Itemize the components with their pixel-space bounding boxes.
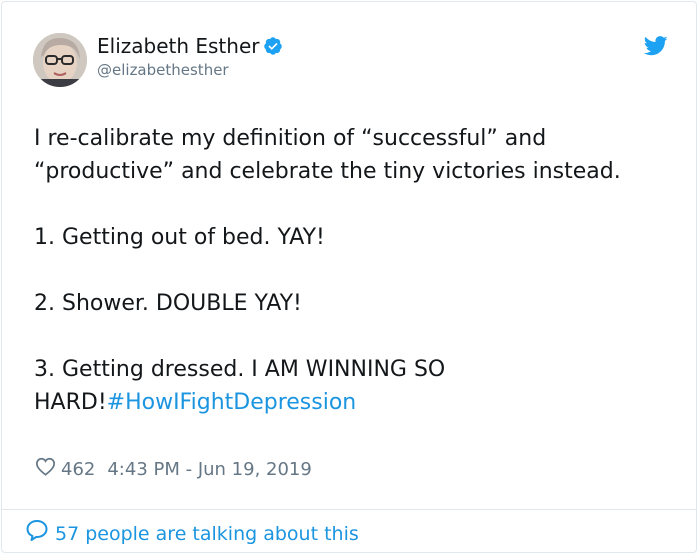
hashtag-link[interactable]: #HowIFightDepression — [107, 390, 357, 415]
conversation-link[interactable]: 57 people are talking about this — [25, 519, 359, 549]
author-name[interactable]: Elizabeth Esther — [97, 34, 259, 58]
verified-badge-icon — [263, 36, 283, 62]
speech-bubble-icon — [25, 519, 49, 549]
tweet-list-item: 3. Getting dressed. I AM WINNING SO HARD… — [34, 353, 654, 419]
timestamp-link[interactable]: 4:43 PM - Jun 19, 2019 — [107, 458, 311, 482]
like-count[interactable]: 462 — [61, 458, 95, 482]
avatar[interactable] — [33, 33, 87, 87]
conversation-label[interactable]: 57 people are talking about this — [55, 521, 359, 547]
tweet-list-item: 2. Shower. DOUBLE YAY! — [34, 291, 302, 316]
tweet-list-item: 1. Getting out of bed. YAY! — [34, 225, 325, 250]
twitter-bird-icon[interactable] — [643, 36, 668, 60]
tweet-paragraph: I re-calibrate my definition of “success… — [34, 126, 621, 184]
tweet-meta: 462 4:43 PM - Jun 19, 2019 — [35, 457, 312, 483]
author-handle[interactable]: @elizabethesther — [97, 60, 229, 80]
tweet-text: I re-calibrate my definition of “success… — [34, 122, 654, 419]
author-name-row[interactable]: Elizabeth Esther — [97, 33, 283, 62]
divider — [2, 509, 696, 510]
tweet-card: Elizabeth Esther @elizabethesther I re-c… — [1, 1, 697, 553]
heart-icon[interactable] — [35, 457, 56, 483]
